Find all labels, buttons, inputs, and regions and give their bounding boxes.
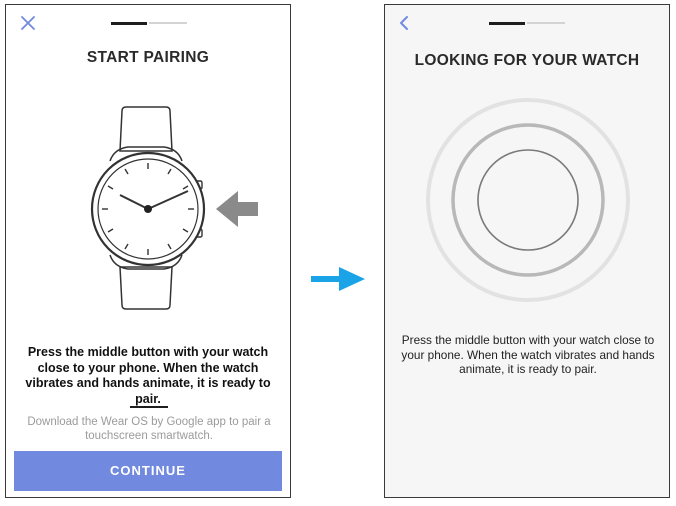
watch-illustration [90, 106, 258, 310]
instruction-text: Press the middle button with your watch … [25, 345, 271, 406]
progress-indicator [111, 22, 187, 25]
progress-step-1 [111, 22, 147, 25]
arrow-left-icon [216, 191, 258, 227]
inner-ring [477, 149, 579, 251]
close-icon[interactable] [20, 15, 36, 31]
page-title: LOOKING FOR YOUR WATCH [414, 52, 640, 69]
progress-step-2 [527, 22, 565, 24]
wear-os-note: Download the Wear OS by Google app to pa… [27, 416, 271, 442]
arrow-right-icon [311, 267, 365, 291]
instruction-text: Press the middle button with your watch … [401, 333, 655, 376]
chevron-left-icon[interactable] [397, 14, 411, 32]
progress-indicator [489, 22, 565, 25]
start-pairing-screen: START PAIRING Press the middle button wi… [5, 4, 291, 498]
searching-rings-animation [426, 98, 630, 302]
progress-step-1 [489, 22, 525, 25]
progress-step-2 [149, 22, 187, 24]
page-title: START PAIRING [86, 49, 210, 66]
looking-for-watch-screen: LOOKING FOR YOUR WATCH Press the middle … [384, 4, 670, 498]
middle-ring [451, 123, 605, 277]
divider [130, 406, 168, 408]
outer-ring [426, 98, 630, 302]
continue-button[interactable]: CONTINUE [14, 451, 282, 491]
